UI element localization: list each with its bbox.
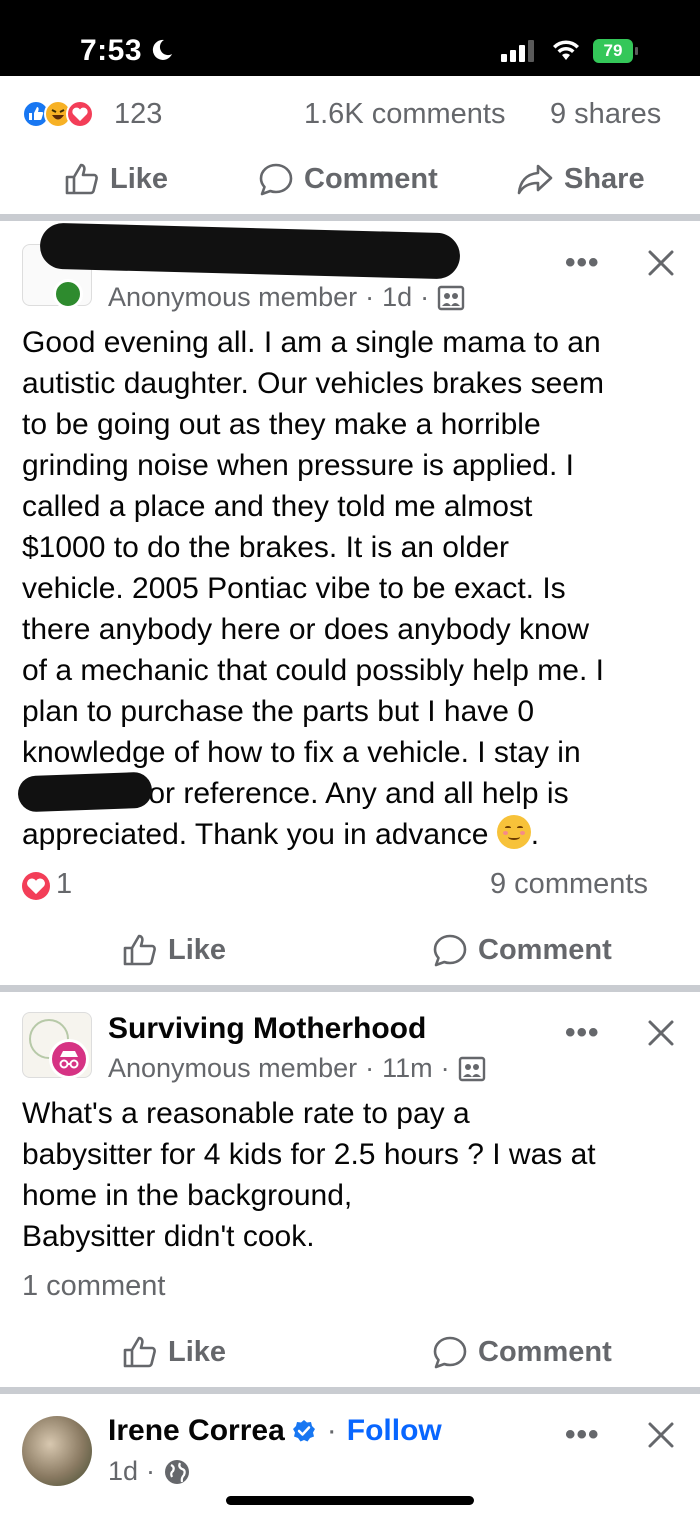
post-1-line: there anybody here or does anybody know bbox=[22, 613, 590, 646]
comment-bubble-icon bbox=[259, 163, 293, 196]
post-1-line: Good evening all. I am a single mama to … bbox=[22, 326, 601, 359]
comment-label: Comment bbox=[478, 1335, 612, 1368]
feed-divider bbox=[0, 214, 700, 221]
post-2-meta: Anonymous member · 11m · bbox=[108, 1053, 486, 1084]
status-bar: 7:53 79 bbox=[0, 0, 700, 76]
post-3-meta: 1d · bbox=[108, 1456, 191, 1487]
feed-divider bbox=[0, 985, 700, 992]
post-1-reaction-count[interactable]: 1 bbox=[56, 868, 72, 901]
status-time: 7:53 bbox=[80, 34, 143, 67]
post-2-like-button[interactable]: Like bbox=[122, 1335, 226, 1369]
shares-count[interactable]: 9 shares bbox=[550, 98, 661, 131]
post-1-author[interactable]: Anonymous member bbox=[108, 282, 357, 313]
love-reaction-icon bbox=[66, 100, 94, 128]
follow-button[interactable]: Follow bbox=[347, 1414, 442, 1448]
post-1-line: called a place and they told me almost bbox=[22, 490, 533, 523]
post-2-comments-count[interactable]: 1 comment bbox=[22, 1270, 165, 1303]
thumbs-up-icon bbox=[123, 1336, 156, 1368]
comment-bubble-icon bbox=[433, 934, 467, 967]
comment-button[interactable]: Comment bbox=[258, 162, 438, 196]
like-button[interactable]: Like bbox=[64, 162, 168, 196]
wifi-icon bbox=[553, 40, 579, 60]
post-1-line: grinding noise when pressure is applied.… bbox=[22, 449, 574, 482]
post-1-meta: Anonymous member · 1d · bbox=[108, 282, 465, 313]
post-1-line: to be going out as they make a horrible bbox=[22, 408, 541, 441]
post-2-group-name[interactable]: Surviving Motherhood bbox=[108, 1012, 426, 1046]
smiling-emoji-icon bbox=[496, 815, 531, 849]
like-label: Like bbox=[110, 162, 169, 195]
battery-level: 79 bbox=[593, 39, 633, 63]
comment-label: Comment bbox=[478, 933, 612, 966]
comments-count[interactable]: 1.6K comments bbox=[304, 98, 505, 131]
comment-label: Comment bbox=[304, 162, 438, 195]
post-1-line: autistic daughter. Our vehicles brakes s… bbox=[22, 367, 604, 400]
post-2-author[interactable]: Anonymous member bbox=[108, 1053, 357, 1084]
post-2-line: home in the background, bbox=[22, 1179, 353, 1212]
share-label: Share bbox=[564, 162, 645, 195]
post-2-comment-button[interactable]: Comment bbox=[432, 1335, 612, 1369]
post-3-more-button[interactable]: ••• bbox=[565, 1418, 600, 1452]
post-1-line: of a mechanic that could possibly help m… bbox=[22, 654, 604, 687]
globe-public-icon bbox=[165, 1459, 190, 1484]
signal-icon bbox=[501, 40, 534, 62]
irene-correa-avatar[interactable] bbox=[22, 1416, 92, 1486]
post-3-close-icon[interactable] bbox=[646, 1420, 676, 1450]
share-arrow-icon bbox=[517, 164, 553, 195]
post-1-comments-count[interactable]: 9 comments bbox=[490, 868, 648, 901]
share-button[interactable]: Share bbox=[516, 162, 645, 196]
post-1-line: $1000 to do the brakes. It is an older bbox=[22, 531, 509, 564]
moon-icon bbox=[152, 39, 172, 60]
post-3-time[interactable]: 1d bbox=[108, 1456, 138, 1487]
battery-indicator: 79 bbox=[593, 39, 639, 63]
group-audience-icon bbox=[437, 285, 465, 310]
home-indicator[interactable] bbox=[226, 1496, 474, 1505]
thumbs-up-icon bbox=[123, 934, 156, 966]
surviving-motherhood-avatar[interactable] bbox=[22, 1012, 92, 1079]
post-1-line: plan to purchase the parts but I have 0 bbox=[22, 695, 535, 728]
thumbs-up-icon bbox=[65, 163, 98, 195]
feed-divider bbox=[0, 1387, 700, 1394]
post-1-line-last: appreciated. Thank you in advance . bbox=[22, 814, 692, 855]
group-audience-icon bbox=[458, 1056, 485, 1081]
reaction-count[interactable]: 123 bbox=[114, 98, 162, 131]
redacted-group-name bbox=[39, 222, 461, 280]
anonymous-badge-icon bbox=[53, 279, 83, 309]
like-label: Like bbox=[168, 1335, 227, 1368]
post-1-close-icon[interactable] bbox=[646, 248, 676, 278]
love-reaction-icon[interactable] bbox=[22, 872, 50, 900]
post-2-line: Babysitter didn't cook. bbox=[22, 1220, 315, 1253]
post-2-line: What's a reasonable rate to pay a bbox=[22, 1097, 470, 1130]
post-3-author[interactable]: Irene Correa bbox=[108, 1414, 285, 1448]
anonymous-incognito-icon bbox=[49, 1039, 89, 1079]
comment-bubble-icon bbox=[433, 1336, 467, 1369]
reaction-icons[interactable] bbox=[22, 98, 112, 132]
post-1-comment-button[interactable]: Comment bbox=[432, 933, 612, 967]
post-1-line: knowledge of how to fix a vehicle. I sta… bbox=[22, 736, 581, 769]
post-2-close-icon[interactable] bbox=[646, 1018, 676, 1048]
post-2-time[interactable]: 11m bbox=[382, 1053, 433, 1084]
post-3-header: Irene Correa · Follow bbox=[108, 1414, 442, 1448]
like-label: Like bbox=[168, 933, 227, 966]
post-2-more-button[interactable]: ••• bbox=[565, 1016, 600, 1050]
post-1-time[interactable]: 1d bbox=[382, 282, 412, 313]
post-1-like-button[interactable]: Like bbox=[122, 933, 226, 967]
redacted-location bbox=[17, 771, 153, 813]
post-1-more-button[interactable]: ••• bbox=[565, 246, 600, 280]
verified-badge-icon bbox=[292, 1420, 315, 1442]
post-1-line: vehicle. 2005 Pontiac vibe to be exact. … bbox=[22, 572, 566, 605]
post-2-line: babysitter for 4 kids for 2.5 hours ? I … bbox=[22, 1138, 596, 1171]
post-2-body: What's a reasonable rate to pay a babysi… bbox=[22, 1093, 692, 1257]
